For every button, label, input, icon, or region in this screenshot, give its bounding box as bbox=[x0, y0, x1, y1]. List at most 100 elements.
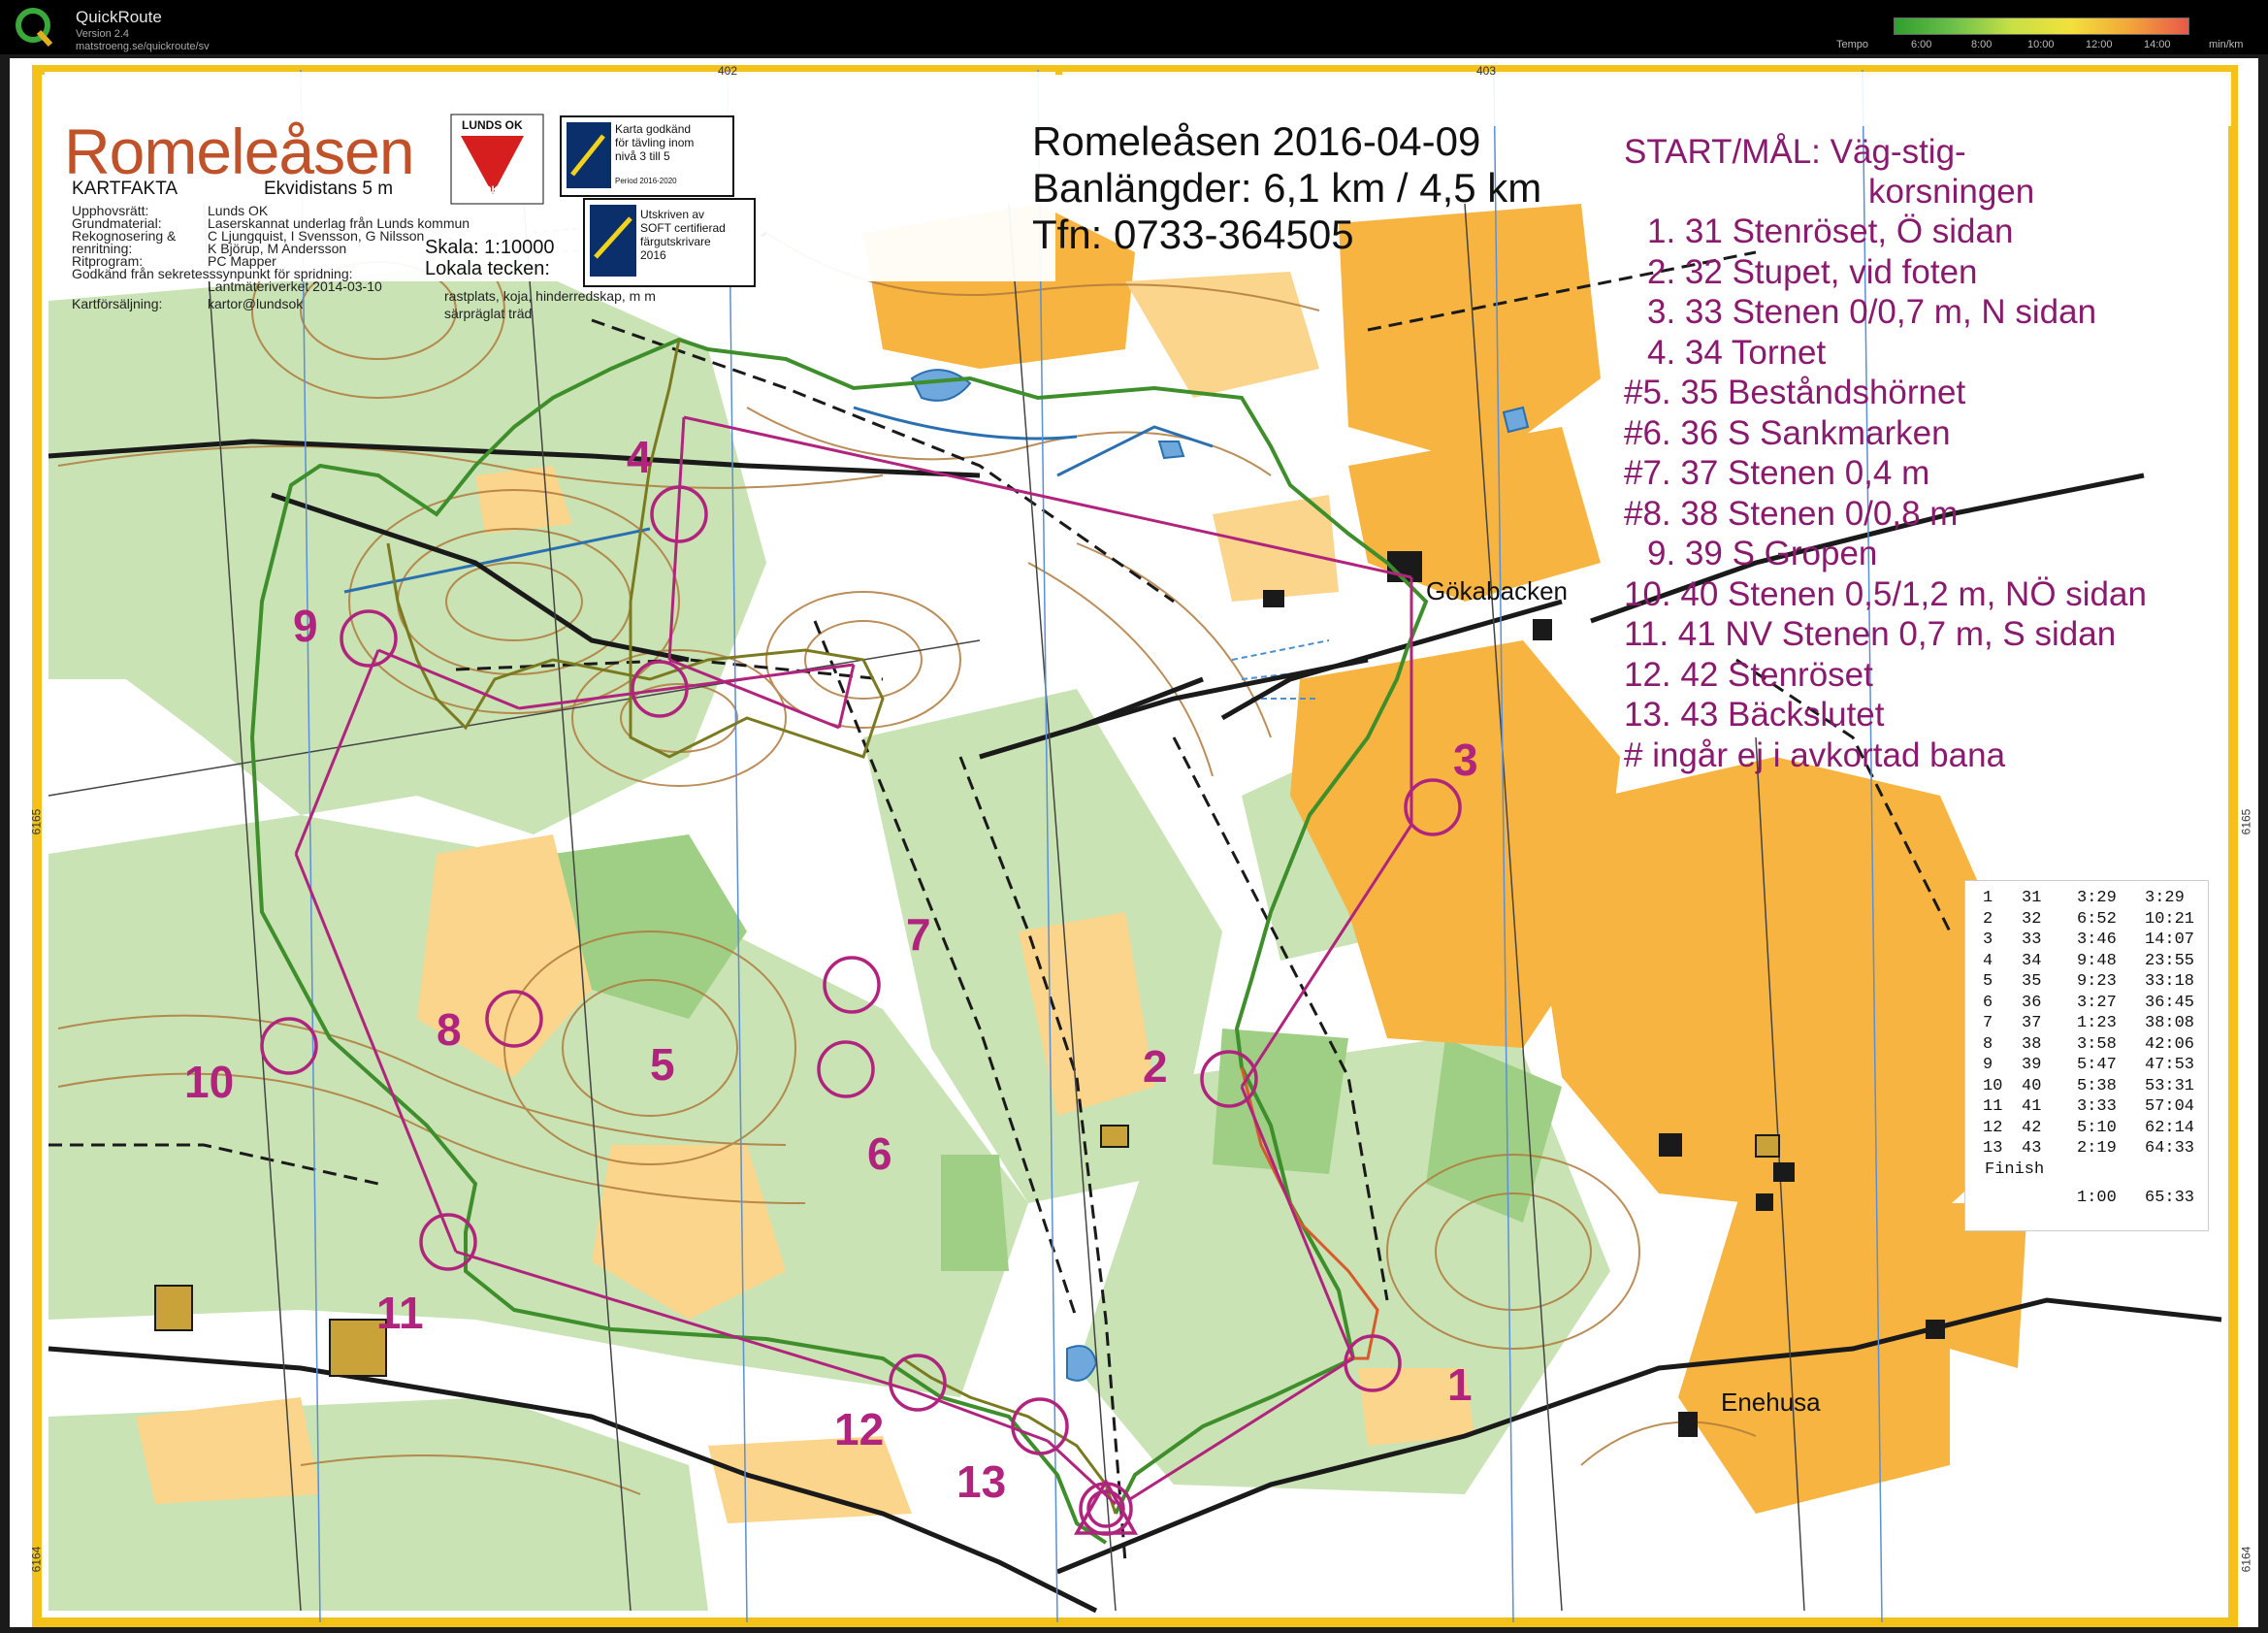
split-row: 11 41 3:33 57:04 bbox=[1965, 1097, 2208, 1117]
split-row: 13 43 2:19 64:33 bbox=[1965, 1139, 2208, 1159]
split-row: 2 32 6:52 10:21 bbox=[1965, 910, 2208, 930]
control-number-10: 10 bbox=[184, 1057, 235, 1107]
event-info-line: Romeleåsen 2016-04-09 bbox=[1032, 118, 1481, 164]
approved-text: Karta godkänd bbox=[615, 122, 692, 136]
control-number-5: 5 bbox=[650, 1039, 675, 1090]
split-cell: 32 bbox=[2022, 909, 2042, 929]
approved-text: nivå 3 till 5 bbox=[615, 149, 670, 163]
control-description-row: 9. 39 S Gropen bbox=[1647, 535, 1878, 572]
local-symbol-item: särpräglat träd bbox=[444, 306, 533, 321]
place-name: Enehusa bbox=[1721, 1388, 1821, 1417]
split-cell: 2:19 bbox=[2077, 1139, 2117, 1158]
split-row: 5 35 9:23 33:18 bbox=[1965, 972, 2208, 992]
control-number-13: 13 bbox=[956, 1456, 1007, 1507]
local-symbols-header: Lokala tecken: bbox=[425, 258, 550, 279]
split-finish-row: 1:00 65:33 bbox=[1965, 1189, 2208, 1208]
control-description-row: 2. 32 Stupet, vid foten bbox=[1647, 252, 1978, 291]
split-cell: 42 bbox=[2022, 1118, 2042, 1137]
split-cell: 5:47 bbox=[2077, 1056, 2117, 1074]
split-cell: 3 bbox=[1983, 931, 1993, 949]
facts-value: Lantmäteriverket 2014-03-10 bbox=[208, 278, 382, 294]
split-row: 6 36 3:27 36:45 bbox=[1965, 994, 2208, 1013]
split-cell: 9:23 bbox=[2077, 972, 2117, 991]
split-cell: 4 bbox=[1983, 951, 1993, 970]
split-cell: 57:04 bbox=[2145, 1097, 2195, 1116]
control-number-12: 12 bbox=[834, 1404, 885, 1454]
pace-tick: 6:00 bbox=[1911, 39, 1932, 50]
control-number-7: 7 bbox=[906, 909, 931, 960]
control-number-4: 4 bbox=[627, 432, 652, 482]
app-title: QuickRoute bbox=[76, 8, 162, 26]
grid-label: 402 bbox=[718, 64, 738, 78]
pace-legend-label: Tempo bbox=[1836, 39, 1869, 50]
split-finish-leg: 1:00 bbox=[2077, 1189, 2117, 1207]
split-cell: 11 bbox=[1983, 1097, 2003, 1116]
printed-text: 2016 bbox=[640, 248, 666, 262]
split-row: 1 31 3:29 3:29 bbox=[1965, 889, 2208, 908]
split-cell: 35 bbox=[2022, 972, 2042, 991]
printed-text: SOFT certifierad bbox=[640, 221, 726, 235]
control-description-row: #8. 38 Stenen 0/0,8 m bbox=[1624, 494, 1959, 533]
split-cell: 33 bbox=[2022, 931, 2042, 949]
grid-label: 403 bbox=[1476, 64, 1497, 78]
control-number-8: 8 bbox=[437, 1004, 462, 1055]
control-description-row: #6. 36 S Sankmarken bbox=[1624, 413, 1951, 452]
control-description-row: 1. 31 Stenröset, Ö sidan bbox=[1647, 212, 2014, 250]
split-cell: 3:29 bbox=[2077, 889, 2117, 907]
split-cell: 3:27 bbox=[2077, 993, 2117, 1012]
split-cell: 6 bbox=[1983, 993, 1993, 1012]
split-row: 12 42 5:10 62:14 bbox=[1965, 1119, 2208, 1138]
control-description-row: 10. 40 Stenen 0,5/1,2 m, NÖ sidan bbox=[1624, 574, 2147, 613]
split-cell: 5:10 bbox=[2077, 1118, 2117, 1137]
grid-label: 6164 bbox=[29, 1546, 44, 1573]
control-number-6: 6 bbox=[867, 1128, 892, 1179]
split-row: 3 33 3:46 14:07 bbox=[1965, 931, 2208, 950]
split-cell: 12 bbox=[1983, 1118, 2003, 1137]
quickroute-logo-icon bbox=[16, 8, 53, 48]
split-cell: 5:38 bbox=[2077, 1076, 2117, 1095]
split-row: 8 38 3:58 42:06 bbox=[1965, 1035, 2208, 1055]
split-cell: 64:33 bbox=[2145, 1139, 2195, 1158]
control-description-row: 13. 43 Bäckslutet bbox=[1624, 696, 1885, 734]
split-cell: 43 bbox=[2022, 1139, 2042, 1158]
map-contour-interval: Ekvidistans 5 m bbox=[264, 179, 394, 199]
split-times-card: 1 31 3:29 3:29 2 32 6:52 10:21 3 33 3:46 14:07 4 34 9:… bbox=[1964, 880, 2209, 1231]
split-cell: 9:48 bbox=[2077, 951, 2117, 970]
split-cell: 2 bbox=[1983, 909, 1993, 929]
split-cell: 33:18 bbox=[2145, 972, 2195, 991]
split-cell: 1:23 bbox=[2077, 1014, 2117, 1032]
split-cell: 6:52 bbox=[2077, 909, 2117, 929]
split-finish-total: 65:33 bbox=[2145, 1189, 2195, 1207]
pace-legend-unit: min/km bbox=[2209, 39, 2244, 50]
split-cell: 10:21 bbox=[2145, 909, 2195, 929]
split-cell: 14:07 bbox=[2145, 931, 2195, 949]
start-description: korsningen bbox=[1868, 173, 2035, 211]
printed-text: färgutskrivare bbox=[640, 235, 711, 248]
split-row: 10 40 5:38 53:31 bbox=[1965, 1077, 2208, 1096]
approved-text: för tävling inom bbox=[615, 136, 695, 149]
club-logo-text: LUNDS OK bbox=[462, 118, 523, 132]
control-description-row: #7. 37 Stenen 0,4 m bbox=[1624, 454, 1930, 492]
split-cell: 3:58 bbox=[2077, 1034, 2117, 1054]
split-cell: 3:33 bbox=[2077, 1097, 2117, 1116]
split-finish-label: Finish bbox=[1985, 1159, 2045, 1179]
split-cell: 41 bbox=[2022, 1097, 2042, 1116]
split-cell: 36 bbox=[2022, 993, 2042, 1012]
split-cell: 47:53 bbox=[2145, 1056, 2195, 1074]
split-cell: 34 bbox=[2022, 951, 2042, 970]
event-info-line: Tfn: 0733-364505 bbox=[1032, 212, 1354, 257]
app-version: Version 2.4 bbox=[76, 28, 130, 40]
split-finish-label-row: Finish bbox=[1965, 1160, 2208, 1180]
printed-text: Utskriven av bbox=[640, 208, 705, 221]
app-url: matstroeng.se/quickroute/sv bbox=[76, 41, 210, 52]
split-cell: 62:14 bbox=[2145, 1118, 2195, 1137]
split-cell: 36:45 bbox=[2145, 993, 2195, 1012]
orienteering-map[interactable]: Romeleåsen LUNDS OK OK KARTFAKTA Ekvidis… bbox=[10, 58, 2258, 1627]
split-cell: 3:46 bbox=[2077, 931, 2117, 949]
control-description-row: #5. 35 Beståndshörnet bbox=[1624, 374, 1966, 411]
split-cell: 37 bbox=[2022, 1014, 2042, 1032]
control-number-1: 1 bbox=[1447, 1359, 1473, 1410]
split-cell: 42:06 bbox=[2145, 1034, 2195, 1054]
control-number-2: 2 bbox=[1143, 1041, 1168, 1092]
pace-tick: 10:00 bbox=[2027, 39, 2055, 50]
